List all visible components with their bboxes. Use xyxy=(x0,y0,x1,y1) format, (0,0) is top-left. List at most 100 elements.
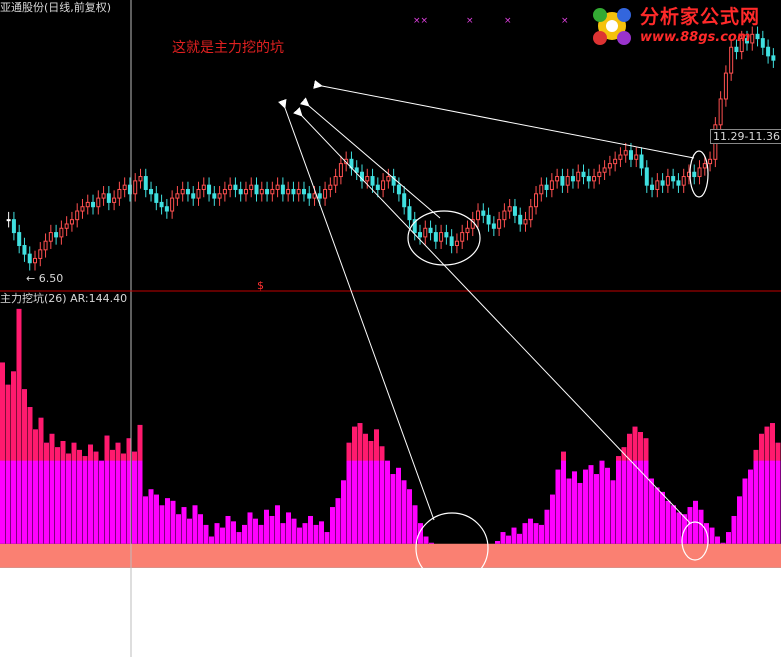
candle-body xyxy=(576,171,581,182)
x-marker: × xyxy=(504,16,512,26)
candle-body xyxy=(433,232,438,242)
indicator-bar xyxy=(594,474,599,544)
indicator-bar xyxy=(231,521,236,544)
candle-body xyxy=(671,176,676,182)
candle-body xyxy=(681,176,686,186)
candle-body xyxy=(312,193,317,199)
white-band xyxy=(0,567,781,657)
candle-body xyxy=(502,210,507,221)
indicator-bar xyxy=(121,453,126,544)
indicator-bar-top xyxy=(374,429,379,461)
indicator-bar xyxy=(236,532,242,544)
candle-body xyxy=(544,184,549,190)
candle-body xyxy=(708,158,713,165)
indicator-bar xyxy=(291,518,297,544)
indicator-bar xyxy=(77,449,82,544)
indicator-bar-top xyxy=(770,423,775,461)
candle-body xyxy=(497,219,502,229)
indicator-bar-top xyxy=(561,451,566,461)
x-marker: ×× xyxy=(413,16,428,26)
candle-body xyxy=(660,180,665,186)
indicator-bar-top xyxy=(357,423,363,461)
indicator-bar-top xyxy=(82,456,88,461)
indicator-bar xyxy=(225,515,231,544)
indicator-bar xyxy=(154,494,159,544)
indicator-bar xyxy=(423,536,429,544)
indicator-bar xyxy=(621,447,627,544)
indicator-bar xyxy=(709,527,715,544)
candle-body xyxy=(296,188,301,195)
indicator-bar xyxy=(522,523,528,544)
candle-body xyxy=(402,193,407,208)
candle-body xyxy=(265,188,270,195)
indicator-bar xyxy=(407,489,412,544)
candle-body xyxy=(555,176,560,182)
candle-body xyxy=(122,184,127,190)
indicator-bar xyxy=(660,491,665,544)
indicator-bar xyxy=(495,540,500,544)
candle-body xyxy=(444,232,449,238)
candle-body xyxy=(170,197,175,212)
indicator-bar xyxy=(555,469,561,544)
candle-body xyxy=(381,180,386,190)
candle-body xyxy=(570,176,575,182)
indicator-bar-top xyxy=(33,429,38,461)
indicator-bar-top xyxy=(11,371,16,461)
indicator-bar xyxy=(539,524,544,544)
indicator-bar xyxy=(379,446,385,544)
indicator-bar-top xyxy=(22,389,27,461)
indicator-bar xyxy=(132,451,137,544)
candle-body xyxy=(460,232,465,242)
indicator-bar xyxy=(577,482,583,544)
candle-body xyxy=(317,193,322,199)
candle-body xyxy=(507,206,512,212)
indicator-bar-top xyxy=(121,453,126,461)
indicator-bar xyxy=(599,460,605,544)
candle-body xyxy=(539,184,544,195)
indicator-bar xyxy=(247,512,253,544)
candle-body xyxy=(249,184,254,190)
indicator-bar-top xyxy=(632,426,638,461)
candle-body xyxy=(718,98,723,126)
candle-body xyxy=(254,184,259,195)
candle-body xyxy=(418,232,423,238)
indicator-bar-top xyxy=(44,442,49,461)
indicator-bar xyxy=(286,512,291,544)
candle-body xyxy=(534,193,539,208)
candle-body xyxy=(75,210,80,221)
candle-body xyxy=(628,150,633,160)
indicator-bar xyxy=(242,524,247,544)
candle-body xyxy=(771,55,776,61)
indicator-title: 主力挖坑(26) AR:144.40 xyxy=(0,292,128,305)
indicator-bar xyxy=(302,523,308,544)
indicator-bar xyxy=(159,505,165,544)
candle-body xyxy=(212,193,217,199)
indicator-bar xyxy=(313,524,319,544)
indicator-bar-top xyxy=(16,308,22,461)
indicator-bar xyxy=(324,532,330,544)
indicator-bar-top xyxy=(627,433,632,461)
indicator-bar xyxy=(209,536,214,544)
indicator-bar-top xyxy=(753,449,759,461)
indicator-bar xyxy=(308,515,313,544)
candle-body xyxy=(38,249,43,259)
indicator-bar xyxy=(319,521,324,544)
candle-body xyxy=(634,154,639,160)
logo-name: 分析家公式网 xyxy=(640,6,761,28)
indicator-base-bands xyxy=(0,543,781,657)
candle-body xyxy=(328,184,333,190)
indicator-bar xyxy=(698,509,704,544)
x-marker: × xyxy=(561,16,569,26)
indicator-bar xyxy=(181,507,187,544)
candle-body xyxy=(323,188,328,199)
indicator-bar-top xyxy=(49,433,55,461)
candle-body xyxy=(491,223,496,229)
candle-body xyxy=(407,206,412,221)
candle-body xyxy=(428,227,433,234)
indicator-bar xyxy=(605,467,610,544)
indicator-bar xyxy=(203,524,209,544)
indicator-bar xyxy=(737,496,742,544)
candle-body xyxy=(69,219,74,225)
candle-body xyxy=(692,171,697,178)
candle-body xyxy=(333,176,338,186)
